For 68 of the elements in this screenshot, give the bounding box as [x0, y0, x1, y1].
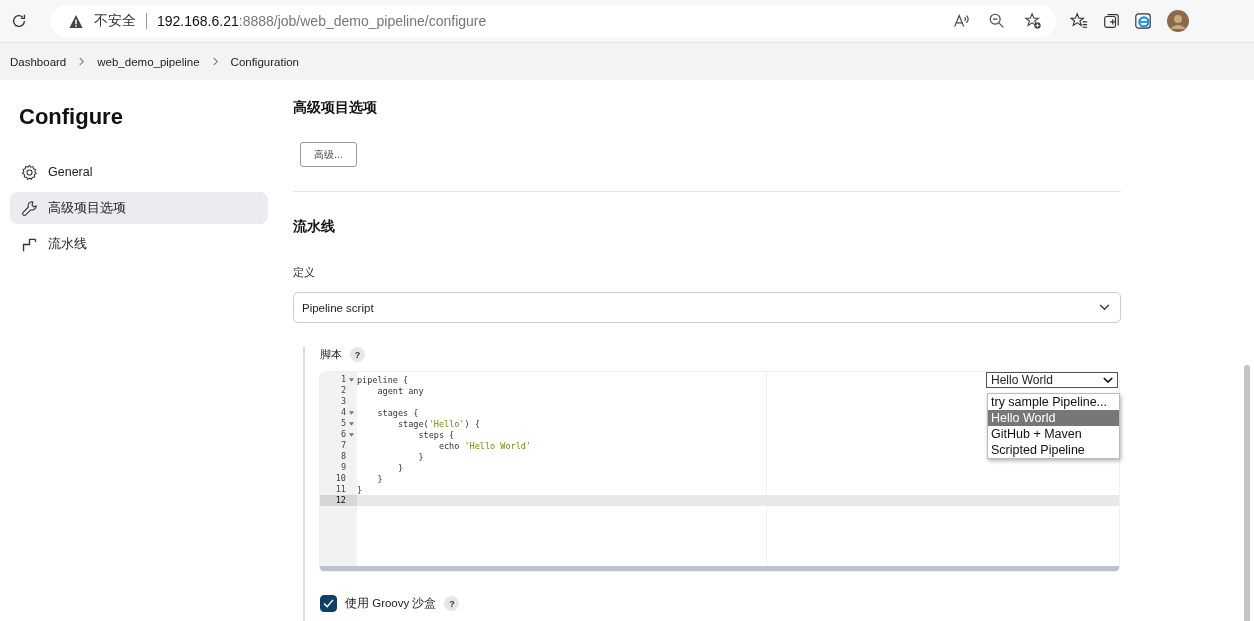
line-number: 6	[339, 429, 346, 440]
breadcrumb-link[interactable]: web_demo_pipeline	[97, 55, 200, 68]
code-line: echo 'Hello World'	[437, 440, 531, 451]
wrench-icon	[21, 199, 38, 217]
line-number: 12	[334, 495, 346, 506]
favorites-icon[interactable]	[1070, 12, 1088, 30]
star-add-icon[interactable]	[1024, 12, 1042, 30]
line-number: 11	[334, 484, 346, 495]
page-title: Configure	[19, 104, 124, 130]
field-label: 定义	[293, 265, 316, 280]
breadcrumb-link[interactable]: Dashboard	[10, 55, 67, 68]
dropdown-option[interactable]: try sample Pipeline...	[988, 394, 1119, 410]
code-line: }	[396, 462, 404, 473]
line-number: 1	[339, 374, 346, 385]
checkmark-icon	[323, 599, 334, 608]
dropdown-option[interactable]: GitHub + Maven	[988, 426, 1119, 442]
fold-arrow-icon[interactable]	[349, 421, 354, 426]
chevron-icon	[78, 55, 86, 68]
fold-arrow-icon[interactable]	[349, 410, 354, 415]
line-number: 3	[339, 396, 346, 407]
section-heading: 高级项目选项	[293, 99, 378, 117]
line-number: 8	[339, 451, 346, 462]
chevron-down-icon	[1103, 376, 1113, 384]
line-number: 7	[339, 440, 346, 451]
collections-icon[interactable]	[1102, 12, 1120, 30]
advanced-button[interactable]: 高级...	[300, 142, 357, 167]
code-line: }	[376, 473, 383, 484]
help-button[interactable]: ?	[444, 596, 460, 611]
chevron-icon	[211, 55, 219, 68]
code-editor[interactable]: 1 pipeline { 2 agent any 3 4 stages { 5 stage('Hello') { 6 steps { 7 echo 'Hello World' 8 } 9 } 10 } 11 } 12 Hello World try sample Pipeline... Hello World GitHub + Maven Scripted Pipeline	[320, 372, 1119, 571]
section-heading: 流水线	[293, 218, 336, 236]
line-number: 2	[339, 385, 346, 396]
code-line: }	[417, 451, 424, 462]
zoom-out-icon[interactable]	[988, 12, 1006, 30]
browser-logo-icon[interactable]	[1134, 12, 1152, 30]
code-line: agent any	[376, 385, 424, 396]
line-number: 10	[334, 473, 346, 484]
sidebar-item[interactable]: 高级项目选项	[10, 192, 268, 224]
definition-dropdown[interactable]: Pipeline script	[293, 292, 1121, 323]
reload-icon[interactable]	[10, 12, 28, 30]
scrollbar[interactable]	[1244, 365, 1250, 621]
avatar-icon[interactable]	[1166, 9, 1190, 33]
code-line: stage('Hello') {	[396, 418, 480, 429]
code-line: }	[357, 484, 363, 495]
breadcrumb-link[interactable]: Configuration	[230, 55, 299, 68]
sidebar-item[interactable]: General	[10, 156, 268, 188]
address-bar[interactable]: 不安全 192.168.6.21:8888/job/web_demo_pipeline/configure	[50, 5, 1056, 37]
line-number: 4	[339, 407, 346, 418]
field-label: 脚本	[320, 347, 342, 362]
code-line: pipeline {	[357, 374, 409, 385]
warning-icon	[68, 13, 84, 29]
dropdown-option[interactable]: Hello World	[988, 410, 1119, 426]
fold-arrow-icon[interactable]	[349, 377, 354, 382]
dropdown-option[interactable]: Scripted Pipeline	[988, 442, 1119, 458]
code-line: stages {	[376, 407, 419, 418]
line-number: 9	[339, 462, 346, 473]
checkbox[interactable]	[320, 595, 337, 612]
sidebar-item[interactable]: 流水线	[10, 228, 268, 260]
chevron-down-icon	[1099, 304, 1110, 311]
security-label: 不安全	[94, 12, 136, 30]
sample-dropdown[interactable]: Hello World	[986, 372, 1118, 388]
line-number: 5	[339, 418, 346, 429]
help-button[interactable]: ?	[350, 347, 365, 362]
code-line: steps {	[417, 429, 455, 440]
fold-arrow-icon[interactable]	[349, 432, 354, 437]
gear-icon	[21, 163, 38, 181]
checkbox-label: 使用 Groovy 沙盒	[345, 596, 437, 611]
url-text: 192.168.6.21:8888/job/web_demo_pipeline/configure	[157, 13, 487, 29]
